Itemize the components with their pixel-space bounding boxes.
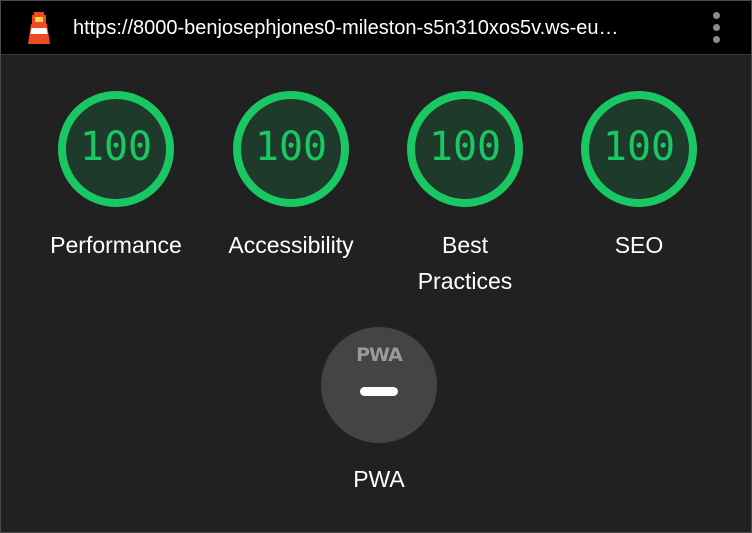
page-url: https://8000-benjosephjones0-mileston-s5… (73, 17, 619, 39)
gauge-score: 100 (428, 124, 502, 170)
gauge-seo[interactable]: 100 (579, 89, 699, 209)
kebab-menu-icon[interactable] (704, 10, 730, 46)
gauge-score: 100 (602, 124, 676, 170)
lighthouse-icon (28, 12, 50, 44)
gauge-performance[interactable]: 100 (56, 89, 176, 209)
gauge-label-performance: Performance (50, 232, 182, 258)
gauge-score: 100 (254, 124, 328, 170)
dash-icon (360, 387, 398, 396)
pwa-badge-text: PWA (356, 344, 403, 366)
pwa-label: PWA (353, 466, 405, 492)
gauge-accessibility[interactable]: 100 (231, 89, 351, 209)
top-bar: https://8000-benjosephjones0-mileston-s5… (1, 1, 751, 55)
gauge-best-practices[interactable]: 100 (405, 89, 525, 209)
report-frame: https://8000-benjosephjones0-mileston-s5… (0, 0, 752, 533)
gauge-score: 100 (79, 124, 153, 170)
gauge-label-seo: SEO (614, 232, 664, 258)
gauge-label-accessibility: Accessibility (228, 232, 354, 258)
pwa-badge[interactable]: PWA (321, 327, 437, 443)
gauge-label-best-practices: Best Practices (417, 232, 513, 294)
